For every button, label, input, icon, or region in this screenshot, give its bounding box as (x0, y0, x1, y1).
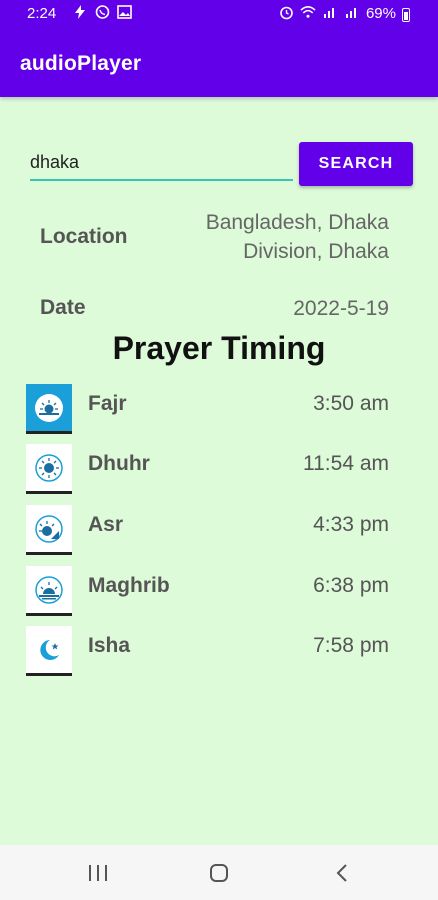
prayer-time: 11:54 am (303, 452, 389, 475)
navigation-bar (0, 845, 438, 900)
signal-icon (322, 4, 338, 20)
status-left-icons (72, 4, 132, 20)
prayer-name: Dhuhr (88, 452, 150, 475)
lightning-icon (72, 4, 88, 20)
status-right-icons (278, 4, 360, 20)
viber-icon (94, 4, 110, 20)
app-title: audioPlayer (20, 52, 142, 75)
date-label: Date (40, 296, 86, 319)
prayer-row-fajr: Fajr 3:50 am (0, 384, 438, 436)
prayer-time: 6:38 pm (313, 574, 389, 597)
recents-icon-bar (105, 865, 107, 881)
alarm-icon (278, 4, 294, 20)
location-line-1: Bangladesh, Dhaka (205, 211, 389, 234)
prayer-row-isha: Isha 7:58 pm (0, 626, 438, 678)
back-button[interactable] (334, 863, 350, 883)
prayer-name: Asr (88, 513, 124, 536)
search-button[interactable]: SEARCH (299, 142, 413, 186)
battery-icon (402, 8, 410, 22)
prayer-row-asr: Asr 4:33 pm (0, 505, 438, 557)
sunrise-icon (26, 384, 72, 434)
status-time: 2:24 (27, 5, 57, 22)
sun-icon (26, 444, 72, 494)
prayer-name: Isha (88, 634, 131, 657)
prayer-timing-heading: Prayer Timing (112, 330, 326, 366)
recents-icon-bar (97, 865, 99, 881)
home-button[interactable] (210, 864, 228, 882)
battery-percentage: 69% (365, 5, 396, 22)
location-label: Location (40, 225, 128, 248)
wifi-icon (300, 4, 316, 20)
recents-icon-bar (89, 865, 91, 881)
search-input[interactable] (30, 145, 293, 181)
date-value: 2022-5-19 (293, 297, 389, 320)
prayer-name: Maghrib (88, 574, 170, 597)
afternoon-sun-icon (26, 505, 72, 555)
prayer-row-dhuhr: Dhuhr 11:54 am (0, 444, 438, 496)
gallery-icon (116, 4, 132, 20)
signal-icon (344, 4, 360, 20)
prayer-time: 7:58 pm (313, 634, 389, 657)
location-value: Bangladesh, Dhaka Division, Dhaka (206, 208, 389, 266)
status-bar: 2:24 69% (0, 0, 438, 30)
recents-button[interactable] (89, 865, 107, 881)
sunset-icon (26, 566, 72, 616)
location-line-2: Division, Dhaka (243, 240, 389, 263)
app-bar: audioPlayer (0, 30, 438, 97)
prayer-time: 4:33 pm (313, 513, 389, 536)
crescent-moon-icon (26, 626, 72, 676)
prayer-name: Fajr (88, 392, 127, 415)
prayer-row-maghrib: Maghrib 6:38 pm (0, 566, 438, 618)
back-chevron-icon (336, 864, 347, 882)
prayer-time: 3:50 am (313, 392, 389, 415)
